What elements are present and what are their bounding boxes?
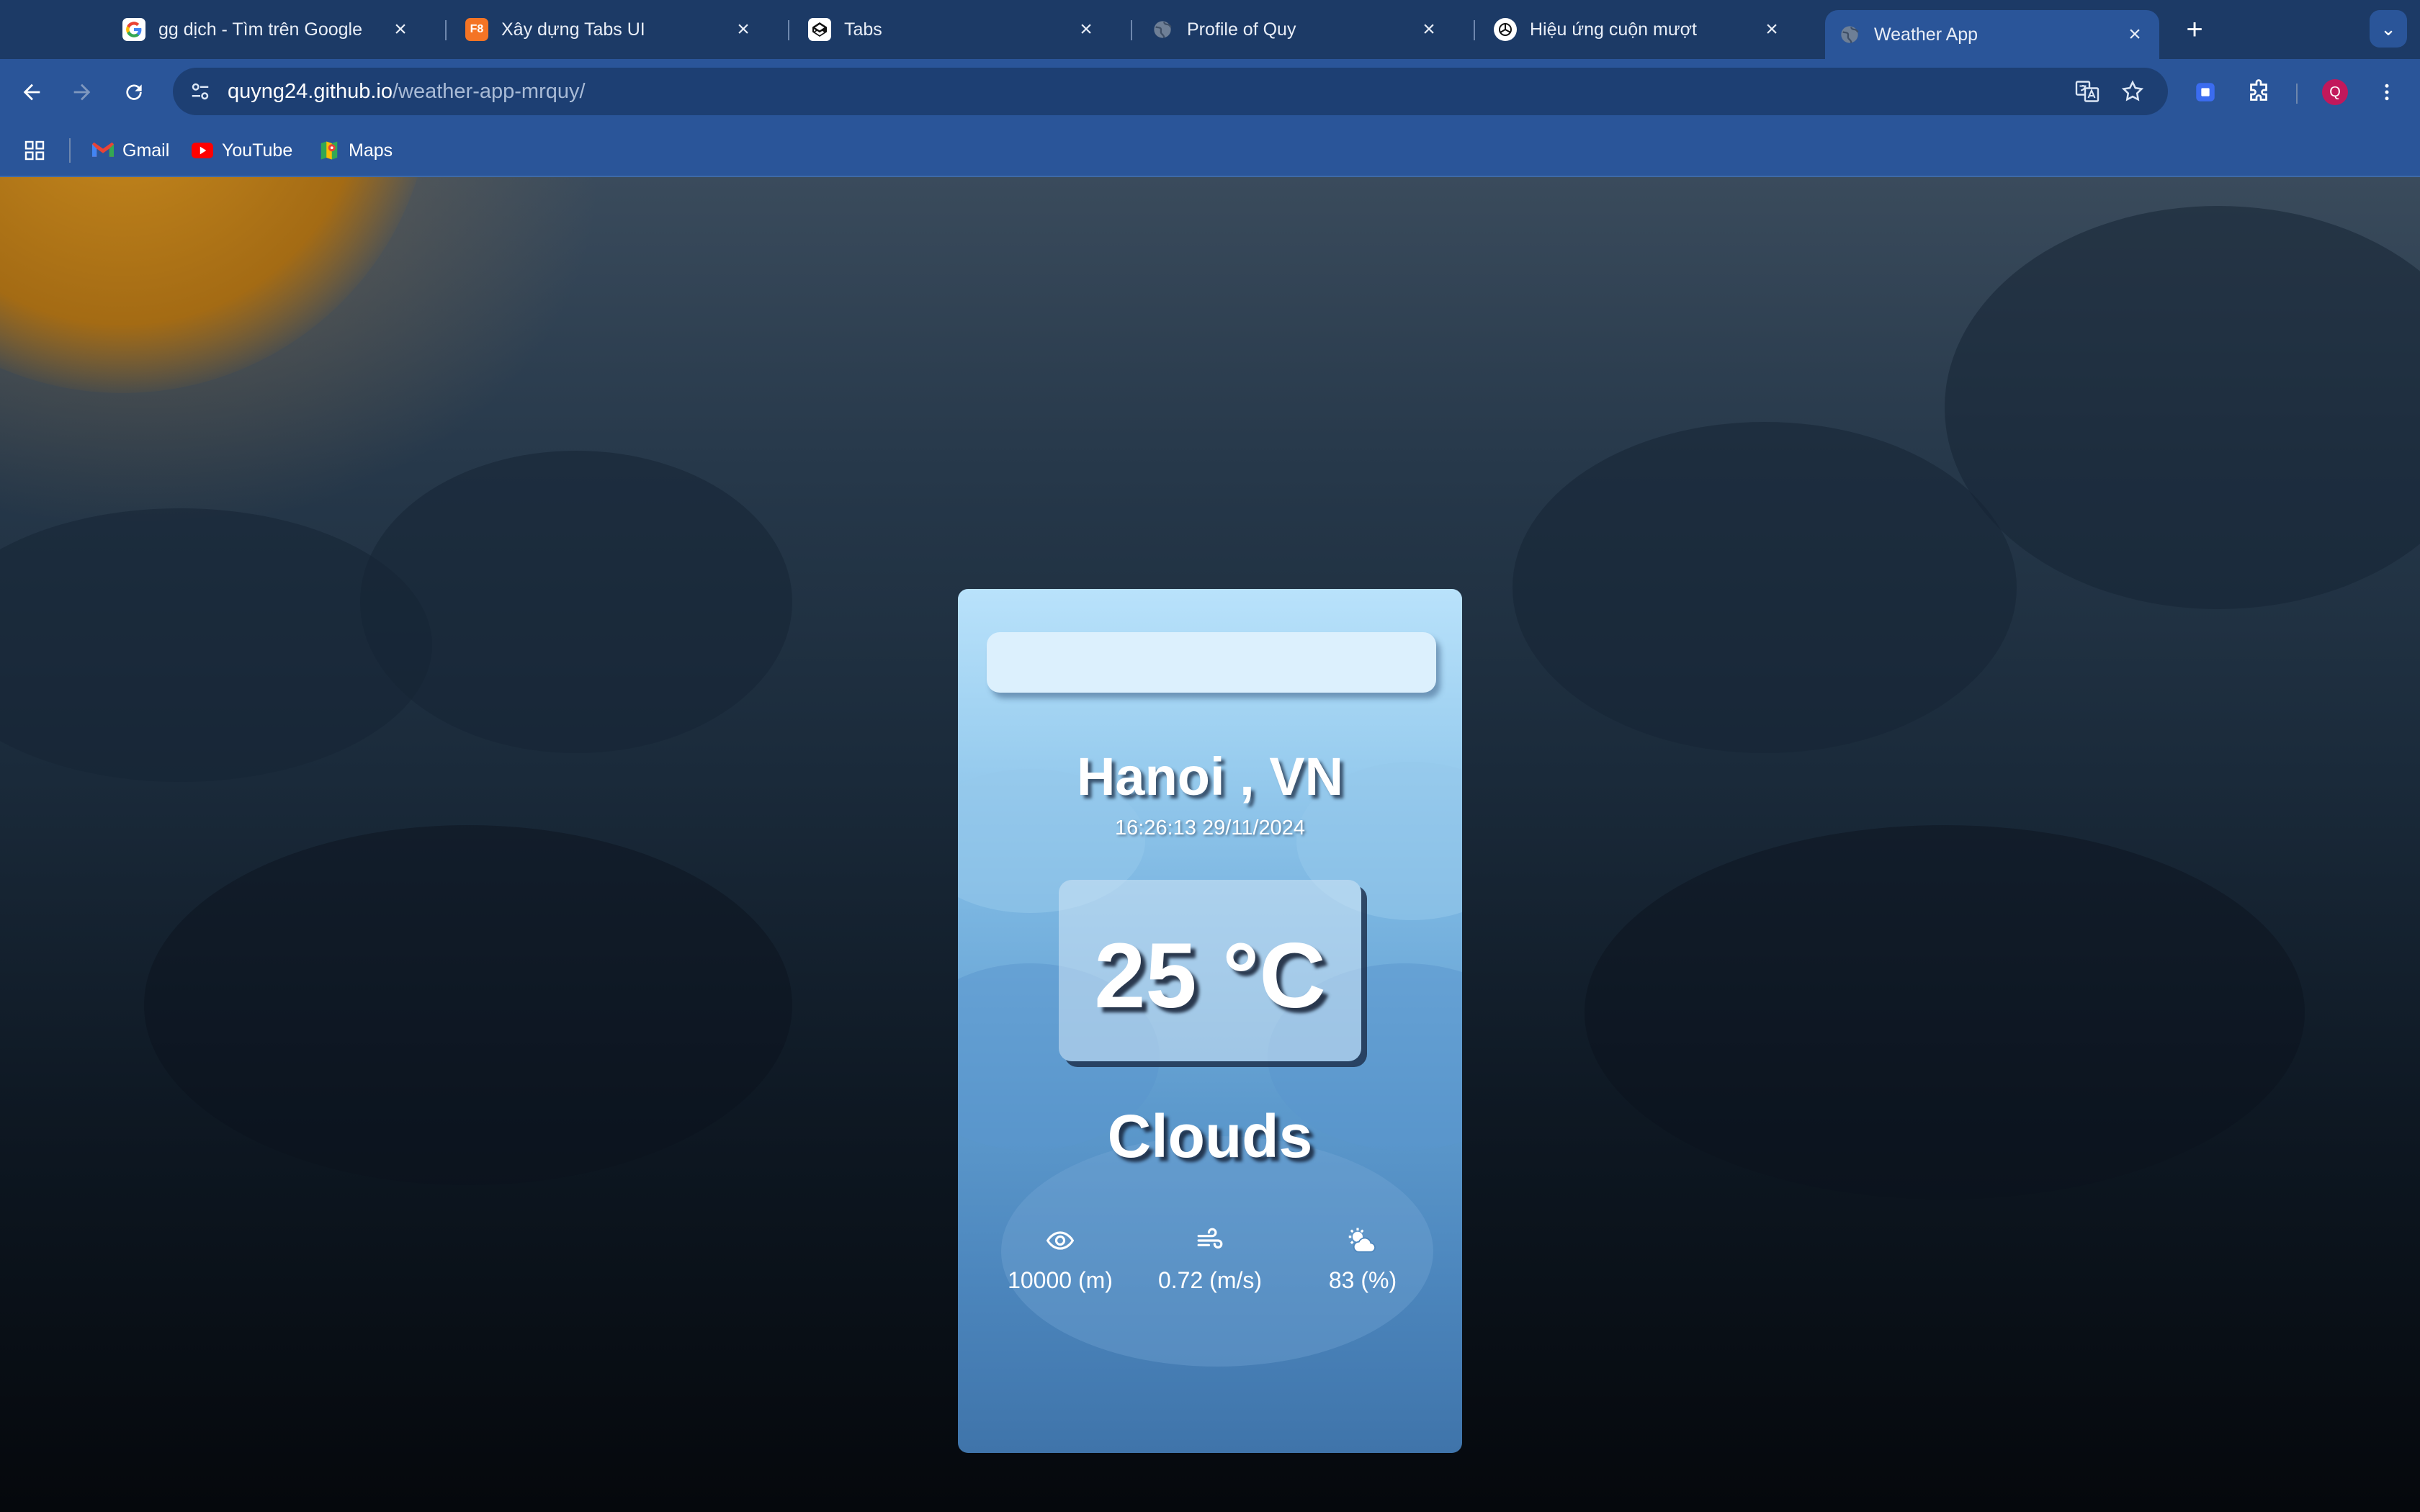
bookmark-gmail[interactable]: Gmail: [92, 137, 169, 164]
bookmark-star-icon[interactable]: [2120, 68, 2145, 115]
bookmark-youtube[interactable]: YouTube: [192, 137, 292, 164]
eye-icon: [981, 1223, 1139, 1259]
more-vertical-icon: [2385, 84, 2389, 101]
humidity-value: 83 (%): [1328, 1267, 1397, 1293]
tab-google-translate[interactable]: gg dịch - Tìm trên Google ×: [94, 10, 425, 49]
tab-xay-dung-tabs-ui[interactable]: F8 Xây dựng Tabs UI ×: [436, 10, 768, 49]
close-icon[interactable]: ×: [729, 17, 758, 42]
close-icon[interactable]: ×: [386, 17, 415, 42]
wind-value: 0.72 (m/s): [1157, 1267, 1263, 1293]
menu-button[interactable]: [2370, 75, 2404, 109]
tab-search-button[interactable]: ⌄: [2370, 10, 2407, 48]
openai-icon: [1494, 18, 1517, 41]
temperature-box: 25 °C: [1059, 880, 1361, 1061]
close-icon[interactable]: ×: [1415, 17, 1443, 42]
translate-icon[interactable]: [2074, 68, 2100, 115]
url-host: quyng24.github.io: [228, 79, 393, 103]
bookmark-label: YouTube: [222, 140, 293, 161]
close-icon[interactable]: ×: [1757, 17, 1786, 42]
visibility-stat: 10000 (m): [981, 1223, 1139, 1294]
tab-title: Xây dựng Tabs UI: [501, 19, 645, 40]
background-cloud: [1585, 825, 2305, 1200]
codepen-icon: [808, 18, 831, 41]
wind-stat: 0.72 (m/s): [1131, 1223, 1289, 1294]
sun-cloud-icon: [1283, 1223, 1442, 1259]
background-cloud: [1512, 422, 2017, 753]
tab-tabs[interactable]: Tabs ×: [779, 10, 1111, 49]
site-settings-icon[interactable]: [186, 77, 215, 106]
tab-strip: gg dịch - Tìm trên Google × F8 Xây dựng …: [0, 0, 2420, 59]
url-text: quyng24.github.io/weather-app-mrquy/: [228, 80, 586, 104]
forward-button[interactable]: [63, 73, 101, 111]
temperature-value: 25 °C: [1094, 924, 1326, 1027]
maps-icon: [318, 140, 340, 161]
bookmark-maps[interactable]: Maps: [318, 137, 393, 164]
background-sun: [0, 177, 432, 393]
reload-button[interactable]: [115, 73, 153, 111]
extension-icon[interactable]: [2188, 75, 2223, 109]
weather-page: Hanoi , VN 16:26:13 29/11/2024 25 °C Clo…: [0, 177, 2420, 1512]
tab-title: Profile of Quy: [1187, 19, 1296, 40]
url-path: /weather-app-mrquy/: [392, 79, 586, 103]
reload-icon: [126, 84, 142, 100]
close-icon[interactable]: ×: [2120, 22, 2149, 47]
toolbar-separator: [2296, 84, 2298, 104]
bookmark-label: Gmail: [122, 140, 170, 161]
tab-title: Hiệu ứng cuộn mượt: [1530, 19, 1697, 40]
globe-icon: [1151, 18, 1174, 41]
wind-icon: [1131, 1223, 1289, 1259]
profile-avatar[interactable]: Q: [2318, 75, 2352, 109]
chevron-down-icon: ⌄: [2380, 17, 2396, 40]
google-icon: [122, 18, 145, 41]
weather-card: Hanoi , VN 16:26:13 29/11/2024 25 °C Clo…: [958, 589, 1462, 1453]
arrow-left-icon: [23, 84, 40, 101]
tab-hieu-ung-cuon-muot[interactable]: Hiệu ứng cuộn mượt ×: [1465, 10, 1796, 49]
background-cloud: [144, 825, 792, 1185]
apps-button[interactable]: [23, 137, 46, 164]
date-time: 16:26:13 29/11/2024: [1115, 816, 1305, 840]
address-bar[interactable]: quyng24.github.io/weather-app-mrquy/: [173, 68, 2168, 115]
tab-title: Tabs: [844, 19, 882, 40]
puzzle-icon[interactable]: [2241, 75, 2276, 109]
new-tab-button[interactable]: +: [2175, 10, 2214, 49]
tab-title: gg dịch - Tìm trên Google: [158, 19, 363, 40]
f8-icon: F8: [465, 18, 488, 41]
humidity-stat: 83 (%): [1283, 1223, 1442, 1294]
toolbar: quyng24.github.io/weather-app-mrquy/ Q: [0, 59, 2420, 124]
apps-grid-icon: [24, 140, 45, 161]
close-icon[interactable]: ×: [1072, 17, 1101, 42]
tab-profile-of-quy[interactable]: Profile of Quy ×: [1122, 10, 1453, 49]
background-cloud: [360, 451, 792, 753]
back-button[interactable]: [13, 73, 50, 111]
background-cloud: [1945, 206, 2420, 609]
gmail-icon: [92, 140, 114, 161]
city-search-input[interactable]: [987, 632, 1436, 693]
avatar: Q: [2322, 79, 2348, 105]
bookmarks-separator: [69, 138, 71, 163]
globe-icon: [1838, 23, 1861, 46]
city-name: Hanoi , VN: [1076, 747, 1344, 806]
visibility-value: 10000 (m): [1008, 1267, 1113, 1293]
arrow-right-icon: [73, 84, 91, 101]
youtube-icon: [192, 140, 213, 161]
tab-title: Weather App: [1874, 24, 1978, 45]
weather-description: Clouds: [1107, 1102, 1313, 1170]
tab-weather-app[interactable]: Weather App ×: [1825, 10, 2159, 59]
bookmarks-bar: Gmail YouTube Maps: [0, 124, 2420, 177]
background-cloud: [0, 508, 432, 782]
bookmark-label: Maps: [349, 140, 393, 161]
